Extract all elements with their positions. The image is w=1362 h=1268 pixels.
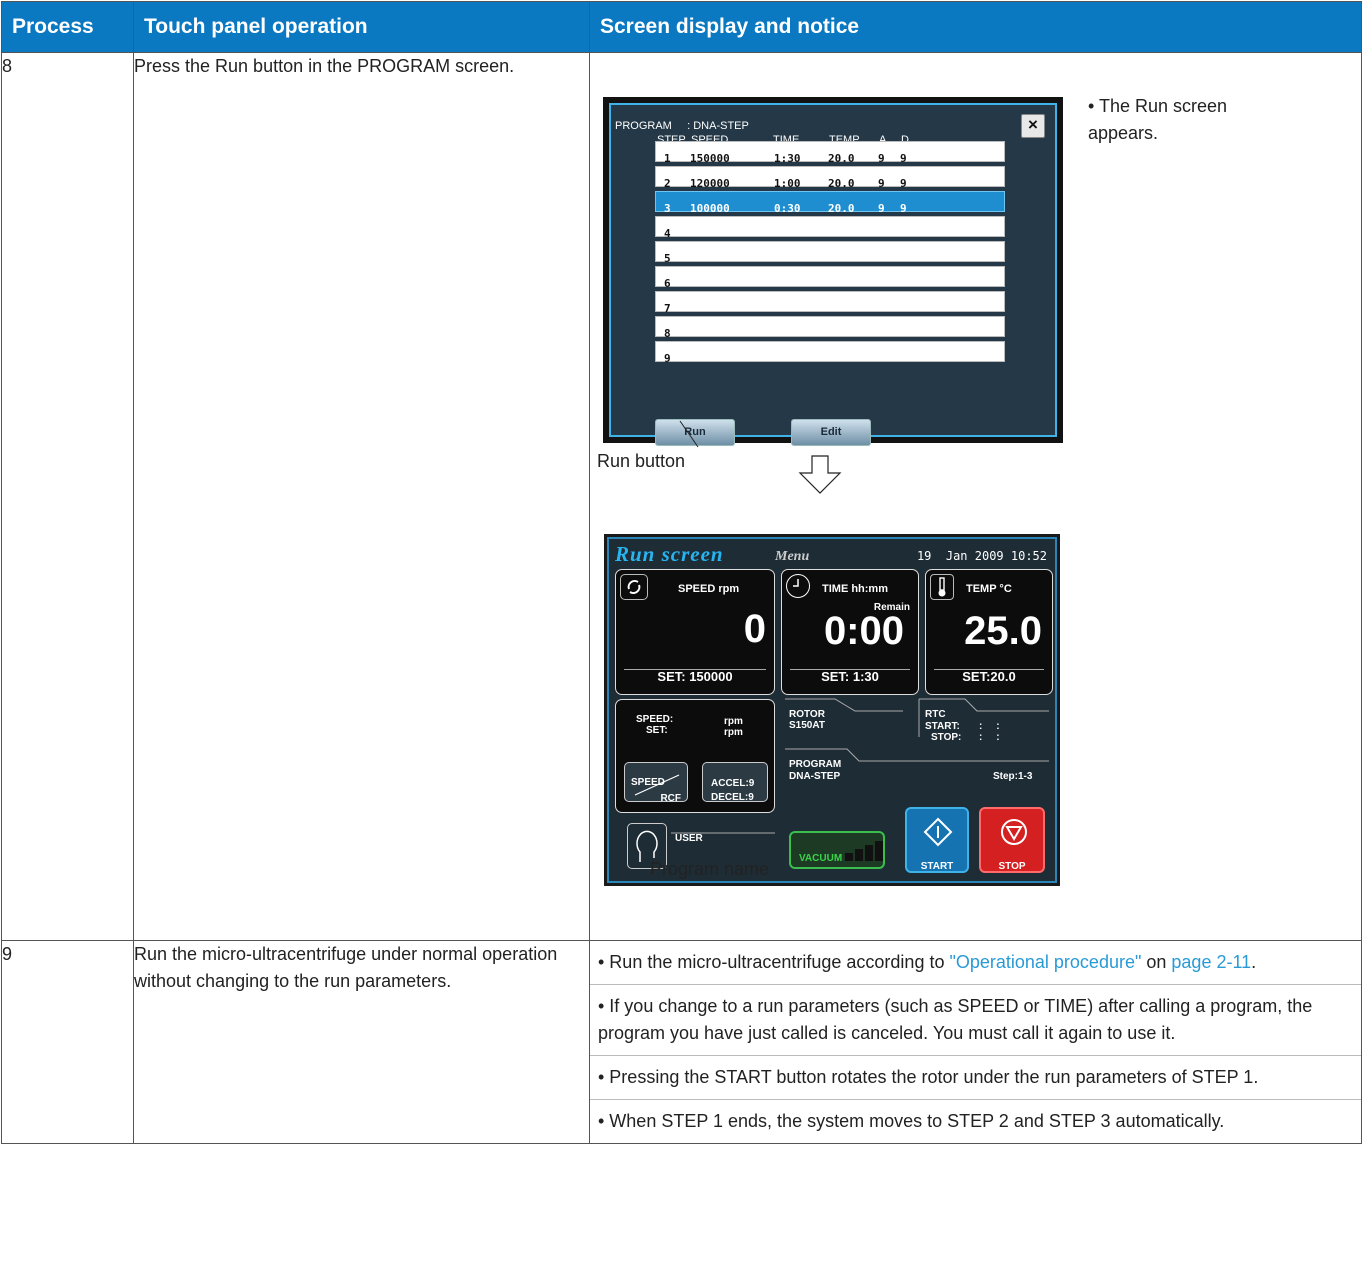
- vacuum-level-icon: [845, 841, 883, 861]
- time-value: 0:00: [823, 609, 904, 653]
- table-row: 8 Press the Run button in the PROGRAM sc…: [1, 52, 1362, 941]
- speed-label: SPEED rpm: [678, 583, 740, 595]
- vacuum-indicator[interactable]: VACUUM: [789, 831, 885, 869]
- speed-rcf-toggle[interactable]: SPEED RCF: [624, 762, 688, 804]
- start-label: START: [920, 861, 954, 872]
- speed-value: 0: [743, 607, 766, 651]
- table-row: 9 Run the micro-ultracentrifuge under no…: [1, 940, 1362, 1144]
- notice-text: • Run the micro-ultracentrifuge accordin…: [598, 952, 950, 972]
- notice-paragraph: • If you change to a run parameters (suc…: [590, 985, 1361, 1056]
- notice-cell: PROGRAM : DNA-STEP × STEP SPEED TIME TEM…: [589, 52, 1362, 941]
- program-name-value[interactable]: DNA-STEP: [789, 763, 840, 790]
- notice-text: .: [1251, 952, 1257, 972]
- procedure-table: Process Touch panel operation Screen dis…: [1, 1, 1362, 1144]
- speed-set: SET: 150000: [657, 669, 733, 684]
- process-number: 8: [1, 52, 134, 941]
- rtc-stop-value: : :: [979, 732, 1000, 743]
- operation-text: Run the micro-ultracentrifuge under norm…: [133, 940, 590, 1144]
- operation-text: Press the Run button in the PROGRAM scre…: [133, 52, 590, 941]
- notice-paragraph: • Run the micro-ultracentrifuge accordin…: [590, 941, 1361, 985]
- accel-decel-button[interactable]: ACCEL:9 DECEL:9: [702, 762, 768, 803]
- down-arrow-icon: [798, 455, 842, 494]
- user-line: [671, 832, 775, 834]
- temp-panel[interactable]: TEMP °C 25.0 SET:20.0: [925, 569, 1053, 695]
- tab-menu[interactable]: Menu: [775, 543, 809, 570]
- process-number: 9: [1, 940, 134, 1144]
- time-set: SET: 1:30: [821, 669, 879, 684]
- speed-readout-panel: SPEED: SET: rpm rpm SPEED RCF ACCEL:9 DE…: [615, 699, 775, 813]
- page-link[interactable]: page 2-11: [1171, 952, 1251, 972]
- screen-illustration: PROGRAM : DNA-STEP × STEP SPEED TIME TEM…: [590, 53, 1361, 940]
- rcf-toggle-label: RCF: [660, 793, 681, 804]
- temp-value: 25.0: [964, 609, 1042, 653]
- start-icon: [923, 817, 953, 847]
- header-operation: Touch panel operation: [133, 1, 590, 53]
- notice-cell: • Run the micro-ultracentrifuge accordin…: [589, 940, 1362, 1144]
- clock-icon: [786, 574, 810, 598]
- notice-text: • The Run screen appears.: [1088, 96, 1228, 143]
- table-header-row: Process Touch panel operation Screen dis…: [1, 1, 1362, 53]
- thermometer-icon: [930, 574, 954, 600]
- header-process: Process: [1, 1, 134, 53]
- run-datetime: 19 Jan 2009 10:52: [916, 549, 1047, 563]
- start-button[interactable]: START: [905, 807, 969, 873]
- set-readout-label: SET:: [646, 725, 668, 736]
- run-screen: Run screen Menu 19 Jan 2009 10:52 SPEED …: [604, 534, 1060, 886]
- decel-value: DECEL:9: [711, 792, 754, 803]
- rtc-stop-label: STOP:: [931, 732, 962, 743]
- header-notice: Screen display and notice: [589, 1, 1362, 53]
- run-screen-frame: Run screen Menu 19 Jan 2009 10:52 SPEED …: [607, 537, 1057, 883]
- notice-paragraph: • When STEP 1 ends, the system moves to …: [598, 1111, 1225, 1131]
- callout-program-name: Program name: [650, 859, 770, 879]
- temp-label: TEMP °C: [966, 583, 1012, 595]
- notice-paragraph: • Pressing the START button rotates the …: [590, 1056, 1361, 1100]
- time-panel[interactable]: TIME hh:mm Remain 0:00 SET: 1:30: [781, 569, 919, 695]
- temp-set: SET:20.0: [962, 669, 1016, 684]
- vacuum-label: VACUUM: [799, 853, 843, 864]
- step-range: Step:1-3: [993, 771, 1033, 782]
- operational-procedure-link[interactable]: "Operational procedure": [949, 952, 1141, 972]
- rpm-unit: rpm: [724, 727, 743, 738]
- notice-text: on: [1141, 952, 1172, 972]
- speed-panel[interactable]: SPEED rpm 0 SET: 150000: [615, 569, 775, 695]
- stop-icon: [1001, 819, 1027, 845]
- stop-label: STOP: [998, 861, 1026, 872]
- stop-button[interactable]: STOP: [979, 807, 1045, 873]
- tab-run-screen[interactable]: Run screen: [615, 541, 724, 568]
- rotation-icon: [620, 574, 648, 600]
